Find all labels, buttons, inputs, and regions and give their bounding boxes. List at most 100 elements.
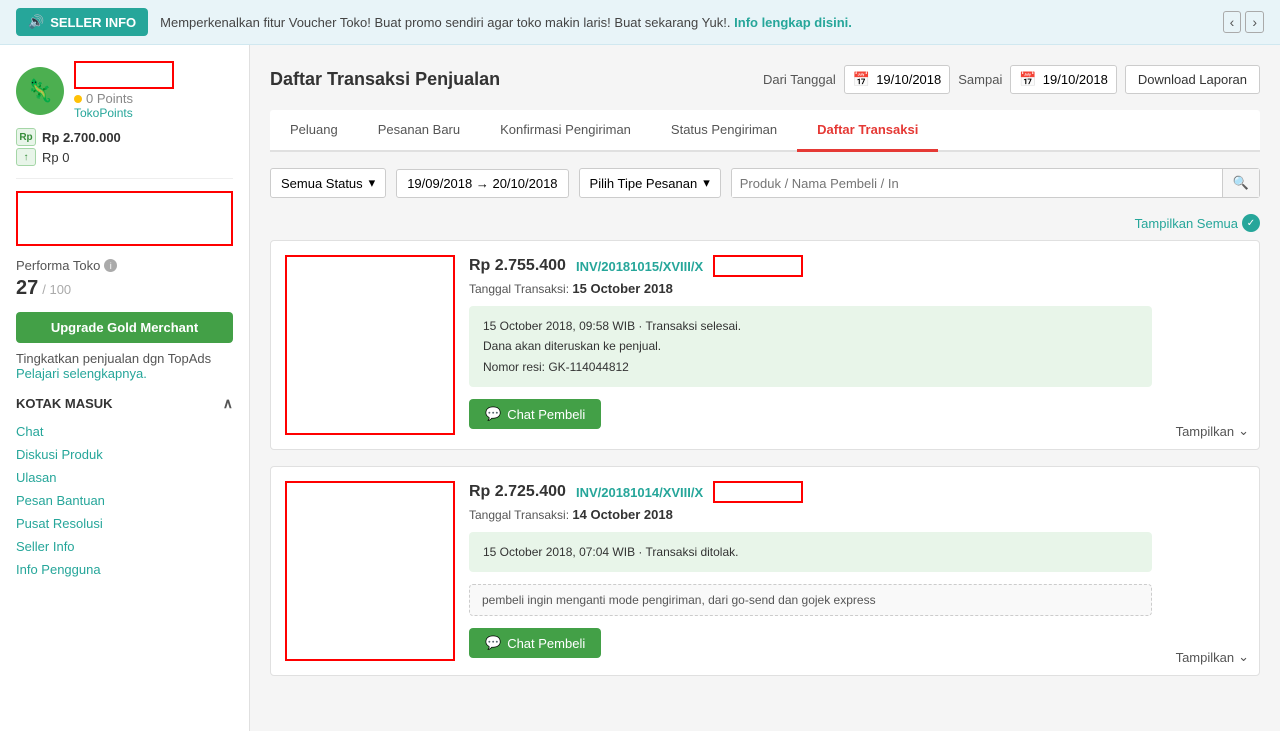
sidebar-item-info-pengguna[interactable]: Info Pengguna xyxy=(16,558,233,581)
search-input[interactable] xyxy=(732,170,1222,197)
tab-pesanan-baru[interactable]: Pesanan Baru xyxy=(358,110,480,152)
top-banner: 🔊 SELLER INFO Memperkenalkan fitur Vouch… xyxy=(0,0,1280,45)
sidebar-item-pusat-resolusi[interactable]: Pusat Resolusi xyxy=(16,512,233,535)
kotak-masuk-chevron-icon[interactable]: ∧ xyxy=(223,395,233,412)
download-laporan-button[interactable]: Download Laporan xyxy=(1125,65,1260,94)
points-text: 0 Points xyxy=(86,91,133,106)
type-chevron-icon: ▾ xyxy=(703,175,710,191)
banner-text: Memperkenalkan fitur Voucher Toko! Buat … xyxy=(160,15,1211,30)
tab-konfirmasi-pengiriman[interactable]: Konfirmasi Pengiriman xyxy=(480,110,651,152)
type-filter[interactable]: Pilih Tipe Pesanan ▾ xyxy=(579,168,721,198)
tampilkan-button-2[interactable]: Tampilkan ⌄ xyxy=(1176,649,1249,665)
sidebar-item-chat[interactable]: Chat xyxy=(16,420,233,443)
performa-label: Performa Toko i xyxy=(16,258,233,273)
topads-link[interactable]: Pelajari selengkapnya. xyxy=(16,366,147,381)
tampilkan-button-1[interactable]: Tampilkan ⌄ xyxy=(1176,423,1249,439)
tampilkan-semua-text: Tampilkan Semua xyxy=(1135,216,1238,231)
performa-label-text: Performa Toko xyxy=(16,258,100,273)
transaction-date-2: Tanggal Transaksi: 14 October 2018 xyxy=(469,507,1152,522)
banner-next-btn[interactable]: › xyxy=(1245,11,1264,33)
chat-pembeli-label-2: Chat Pembeli xyxy=(507,636,585,651)
card-body-2: Rp 2.725.400 INV/20181014/XVIII/X Tangga… xyxy=(469,467,1166,675)
transaction-status-1: 15 October 2018, 09:58 WIB · Transaksi s… xyxy=(469,306,1152,387)
card-top-1: Rp 2.755.400 INV/20181015/XVIII/X xyxy=(469,255,1152,277)
card-body-1: Rp 2.755.400 INV/20181015/XVIII/X Tangga… xyxy=(469,241,1166,449)
calendar-icon-from: 📅 xyxy=(853,71,870,88)
transaction-tabs: Peluang Pesanan Baru Konfirmasi Pengirim… xyxy=(270,110,1260,152)
avatar: 🦎 xyxy=(16,67,64,115)
toko-points-label[interactable]: TokoPoints xyxy=(74,106,174,120)
sidebar-item-seller-info[interactable]: Seller Info xyxy=(16,535,233,558)
topads-main-text: Tingkatkan penjualan dgn TopAds xyxy=(16,351,211,366)
chat-pembeli-button-1[interactable]: 💬 Chat Pembeli xyxy=(469,399,601,429)
page-title: Daftar Transaksi Penjualan xyxy=(270,69,500,90)
sampai-label: Sampai xyxy=(958,72,1002,87)
product-image-2 xyxy=(285,481,455,661)
chat-pembeli-button-2[interactable]: 💬 Chat Pembeli xyxy=(469,628,601,658)
date-from-input[interactable]: 📅 19/10/2018 xyxy=(844,65,951,94)
shop-name-box xyxy=(74,61,174,89)
invoice-redbox-2 xyxy=(713,481,803,503)
date-to-input[interactable]: 📅 19/10/2018 xyxy=(1010,65,1117,94)
card-top-2: Rp 2.725.400 INV/20181014/XVIII/X xyxy=(469,481,1152,503)
tab-peluang[interactable]: Peluang xyxy=(270,110,358,152)
points-row: 0 Points xyxy=(74,91,174,106)
sidebar-item-ulasan[interactable]: Ulasan xyxy=(16,466,233,489)
type-filter-label: Pilih Tipe Pesanan xyxy=(590,176,698,191)
invoice-text-1: INV/20181015/XVIII/X xyxy=(576,259,703,274)
banner-main-text: Memperkenalkan fitur Voucher Toko! Buat … xyxy=(160,15,730,30)
calendar-icon-to: 📅 xyxy=(1019,71,1036,88)
shop-promo-banner xyxy=(16,191,233,246)
tab-status-pengiriman[interactable]: Status Pengiriman xyxy=(651,110,797,152)
dari-tanggal-label: Dari Tanggal xyxy=(763,72,836,87)
performa-total: / 100 xyxy=(42,282,71,297)
search-box: 🔍 xyxy=(731,168,1260,198)
money-icon-1: Rp xyxy=(16,128,36,146)
info-icon[interactable]: i xyxy=(104,259,117,272)
card-actions-2: Tampilkan ⌄ xyxy=(1166,467,1259,675)
seller-info-badge: 🔊 SELLER INFO xyxy=(16,8,148,36)
points-dot xyxy=(74,95,82,103)
banner-link[interactable]: Info lengkap disini. xyxy=(734,15,852,30)
check-circle-icon: ✓ xyxy=(1242,214,1260,232)
chevron-down-icon-2: ⌄ xyxy=(1238,649,1249,665)
invoice-text-2: INV/20181014/XVIII/X xyxy=(576,485,703,500)
sidebar-item-pesan-bantuan[interactable]: Pesan Bantuan xyxy=(16,489,233,512)
sidebar-item-diskusi-produk[interactable]: Diskusi Produk xyxy=(16,443,233,466)
transaction-amount-1: Rp 2.755.400 xyxy=(469,257,566,275)
date-from-value: 19/10/2018 xyxy=(876,72,941,87)
sidebar-profile: 🦎 0 Points TokoPoints xyxy=(16,61,233,120)
avatar-image: 🦎 xyxy=(16,67,64,115)
banner-badge-text: SELLER INFO xyxy=(50,15,136,30)
balance-amount-1: Rp 2.700.000 xyxy=(42,130,121,145)
transaction-status-2: 15 October 2018, 07:04 WIB · Transaksi d… xyxy=(469,532,1152,572)
balance-row-1: Rp Rp 2.700.000 xyxy=(16,128,233,146)
sidebar-divider-1 xyxy=(16,178,233,179)
transaction-card-2: Rp 2.725.400 INV/20181014/XVIII/X Tangga… xyxy=(270,466,1260,676)
transaction-date-1: Tanggal Transaksi: 15 October 2018 xyxy=(469,281,1152,296)
content-header: Daftar Transaksi Penjualan Dari Tanggal … xyxy=(270,65,1260,94)
main-content: Daftar Transaksi Penjualan Dari Tanggal … xyxy=(250,45,1280,731)
tab-daftar-transaksi[interactable]: Daftar Transaksi xyxy=(797,110,938,152)
balance-amount-2: Rp 0 xyxy=(42,150,69,165)
banner-navigation: ‹ › xyxy=(1223,11,1264,33)
status-filter[interactable]: Semua Status ▾ xyxy=(270,168,386,198)
date-range-filter[interactable]: 19/09/2018 → 20/10/2018 xyxy=(396,169,568,198)
performa-score: 27 xyxy=(16,277,38,300)
banner-prev-btn[interactable]: ‹ xyxy=(1223,11,1242,33)
money-icon-2: ↑ xyxy=(16,148,36,166)
tampilkan-label-1: Tampilkan xyxy=(1176,424,1235,439)
sidebar: 🦎 0 Points TokoPoints Rp Rp 2.700.000 ↑ … xyxy=(0,45,250,731)
upgrade-gold-merchant-button[interactable]: Upgrade Gold Merchant xyxy=(16,312,233,343)
kotak-masuk-label: KOTAK MASUK xyxy=(16,396,113,411)
date-range-controls: Dari Tanggal 📅 19/10/2018 Sampai 📅 19/10… xyxy=(763,65,1260,94)
product-image-1 xyxy=(285,255,455,435)
kotak-masuk-header: KOTAK MASUK ∧ xyxy=(16,395,233,412)
transaction-note-2: pembeli ingin menganti mode pengiriman, … xyxy=(469,584,1152,616)
search-button[interactable]: 🔍 xyxy=(1222,169,1259,197)
speaker-icon: 🔊 xyxy=(28,14,44,30)
date-range-filter-value: 19/09/2018 → 20/10/2018 xyxy=(407,176,557,191)
tampilkan-semua-link[interactable]: Tampilkan Semua ✓ xyxy=(1135,214,1260,232)
chat-icon-1: 💬 xyxy=(485,406,501,422)
chat-icon-2: 💬 xyxy=(485,635,501,651)
